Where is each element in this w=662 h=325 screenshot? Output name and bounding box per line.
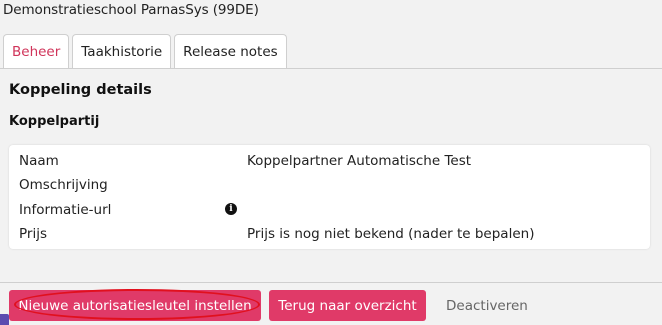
page-title: Koppeling details [9,82,152,98]
field-label: Informatie-url [19,202,112,218]
field-value: Koppelpartner Automatische Test [247,153,472,169]
field-row-prijs: Prijs Prijs is nog niet bekend (nader te… [19,226,639,246]
divider [0,282,662,283]
field-row-informatie-url: Informatie-url i [19,202,639,222]
tab-taakhistorie[interactable]: Taakhistorie [72,34,172,69]
field-value: Prijs is nog niet bekend (nader te bepal… [247,226,535,242]
new-authorization-key-button[interactable]: Nieuwe autorisatiesleutel instellen [9,290,261,321]
tab-release-notes[interactable]: Release notes [174,34,287,69]
details-panel: Koppeling details Koppelpartij Naam Kopp… [0,68,662,282]
info-icon[interactable]: i [225,203,237,215]
field-label: Naam [19,153,59,169]
field-label: Prijs [19,226,47,242]
field-row-naam: Naam Koppelpartner Automatische Test [19,153,639,173]
tab-bar: Beheer Taakhistorie Release notes [3,34,287,69]
school-name: Demonstratieschool ParnasSys (99DE) [3,2,259,18]
section-title: Koppelpartij [9,114,100,129]
deactivate-button[interactable]: Deactiveren [434,290,528,321]
details-card: Naam Koppelpartner Automatische Test Oms… [9,145,650,249]
field-row-omschrijving: Omschrijving [19,177,639,197]
corner-widget-icon[interactable] [0,314,9,325]
field-label: Omschrijving [19,177,108,193]
back-to-overview-button[interactable]: Terug naar overzicht [269,290,426,321]
tab-beheer[interactable]: Beheer [3,34,70,69]
